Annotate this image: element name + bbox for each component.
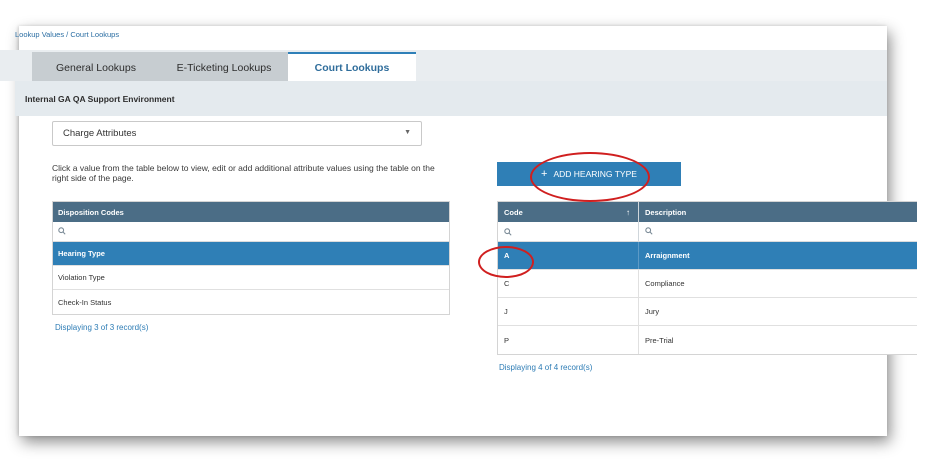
tab-eticketing-lookups[interactable]: E-Ticketing Lookups: [160, 52, 288, 81]
search-icon: [53, 226, 66, 237]
select-value: Charge Attributes: [63, 128, 137, 139]
add-button-label: ADD HEARING TYPE: [553, 169, 637, 179]
column-header-code-label: Code: [504, 207, 523, 217]
instructions-text: Click a value from the table below to vi…: [52, 163, 435, 183]
hearing-type-table: Code ↑ Description A Arraignment C Compl…: [497, 201, 917, 355]
row-label: Violation Type: [58, 273, 105, 282]
table-header: Code ↑ Description: [498, 202, 917, 222]
right-record-count: Displaying 4 of 4 record(s): [499, 363, 593, 372]
description-cell: Arraignment: [645, 251, 690, 260]
code-cell: A: [498, 242, 639, 269]
row-label: Hearing Type: [58, 249, 105, 258]
table-row[interactable]: A Arraignment: [498, 242, 917, 270]
description-cell: Jury: [645, 307, 660, 316]
code-filter[interactable]: [498, 222, 639, 241]
left-record-count: Displaying 3 of 3 record(s): [55, 323, 149, 332]
breadcrumb[interactable]: Lookup Values / Court Lookups: [15, 30, 119, 39]
table-row[interactable]: J Jury: [498, 298, 917, 326]
chevron-down-icon: ▼: [404, 129, 411, 136]
row-label: Check-In Status: [58, 297, 112, 307]
environment-banner: Internal GA QA Support Environment: [15, 81, 887, 116]
plus-icon: +: [541, 168, 548, 180]
column-header-code[interactable]: Code ↑: [498, 202, 639, 222]
tab-court-lookups[interactable]: Court Lookups: [288, 52, 416, 81]
column-header-description[interactable]: Description: [639, 208, 686, 217]
description-cell: Compliance: [645, 279, 685, 288]
table-row[interactable]: Hearing Type: [53, 242, 449, 266]
add-hearing-type-button[interactable]: + ADD HEARING TYPE: [497, 162, 681, 186]
search-icon: [645, 226, 653, 235]
code-cell: P: [498, 326, 639, 354]
code-cell: C: [498, 270, 639, 297]
filter-row[interactable]: [53, 222, 449, 242]
table-row[interactable]: C Compliance: [498, 270, 917, 298]
table-header: Disposition Codes: [53, 202, 449, 222]
column-header-disposition-codes[interactable]: Disposition Codes: [53, 208, 124, 217]
tab-general-lookups[interactable]: General Lookups: [32, 52, 160, 81]
environment-label: Internal GA QA Support Environment: [25, 93, 175, 104]
lookup-category-select[interactable]: Charge Attributes ▼: [52, 121, 422, 146]
code-cell: J: [498, 298, 639, 325]
search-icon: [504, 227, 512, 236]
disposition-codes-table: Disposition Codes Hearing Type Violation…: [52, 201, 450, 315]
sort-up-icon[interactable]: ↑: [626, 208, 630, 217]
description-filter[interactable]: [639, 226, 653, 237]
table-row[interactable]: P Pre-Trial: [498, 326, 917, 354]
table-row[interactable]: Violation Type: [53, 266, 449, 290]
table-row[interactable]: Check-In Status: [53, 290, 449, 314]
description-cell: Pre-Trial: [645, 335, 674, 345]
filter-row[interactable]: [498, 222, 917, 242]
tab-bar: General Lookups E-Ticketing Lookups Cour…: [0, 50, 887, 81]
